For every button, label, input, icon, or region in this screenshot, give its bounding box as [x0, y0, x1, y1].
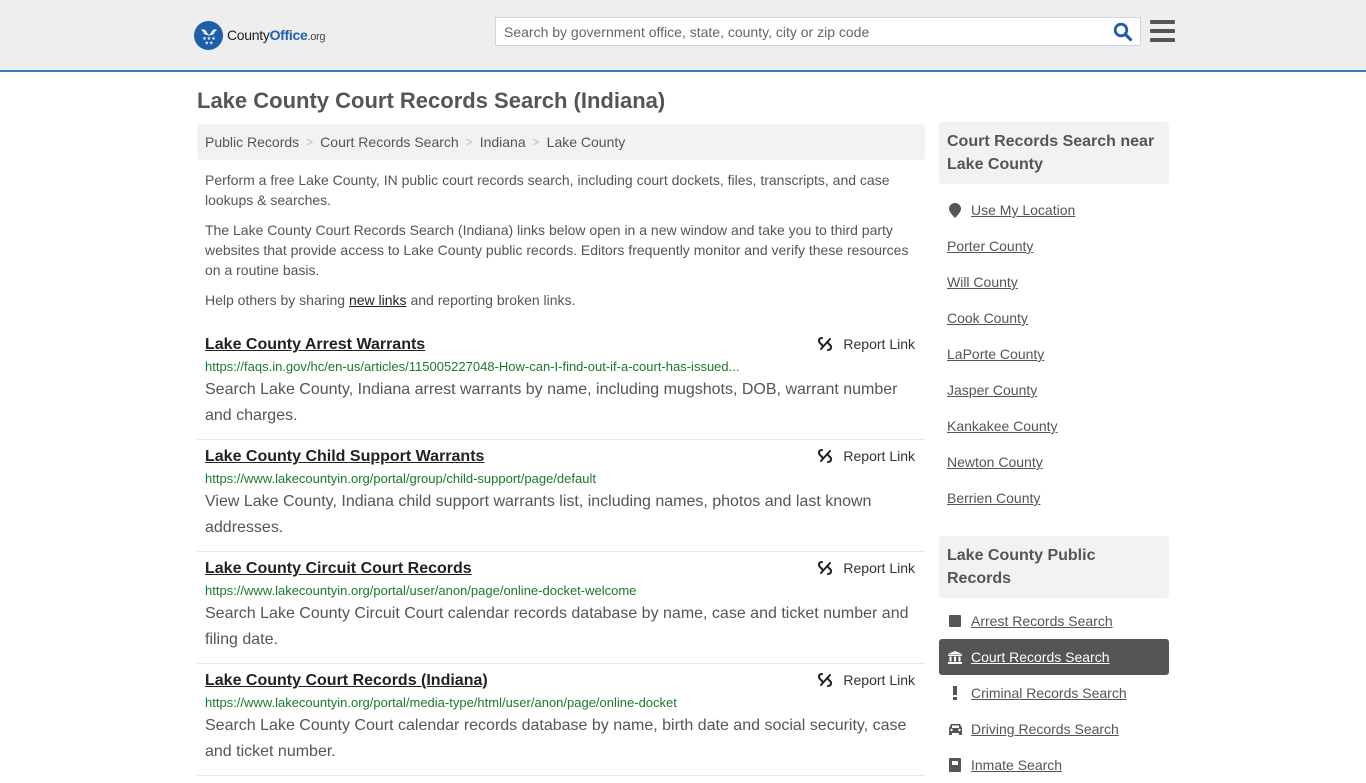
- result-item: Lake County Arrest Warrants Report Link …: [197, 328, 925, 440]
- results-list: Lake County Arrest Warrants Report Link …: [197, 328, 925, 776]
- broken-link-icon: [818, 673, 833, 687]
- report-link-button[interactable]: Report Link: [817, 672, 915, 688]
- nearby-county-link[interactable]: Newton County: [947, 454, 1043, 470]
- inmate-icon: [947, 758, 963, 772]
- broken-link-icon: [818, 561, 833, 575]
- nearby-county-item: Newton County: [939, 444, 1169, 480]
- breadcrumb-public-records[interactable]: Public Records: [205, 134, 299, 150]
- report-link-button[interactable]: Report Link: [817, 448, 915, 464]
- result-url: https://www.lakecountyin.org/portal/grou…: [205, 471, 596, 486]
- sidebar-item-arrest-records[interactable]: Arrest Records Search: [939, 603, 1169, 639]
- logo-wordmark: CountyOffice.org: [227, 27, 326, 43]
- nearby-county-link[interactable]: Kankakee County: [947, 418, 1058, 434]
- page-title: Lake County Court Records Search (Indian…: [197, 88, 666, 113]
- use-my-location-item: Use My Location: [939, 192, 1169, 228]
- map-pin-icon: [947, 202, 963, 218]
- nearby-sidebar: Court Records Search near Lake County Us…: [939, 122, 1169, 516]
- report-link-button[interactable]: Report Link: [817, 560, 915, 576]
- result-description: Search Lake County, Indiana arrest warra…: [205, 381, 898, 424]
- sidebar-item-driving-records[interactable]: Driving Records Search: [939, 711, 1169, 747]
- court-records-link[interactable]: Court Records Search: [971, 649, 1110, 665]
- public-records-sidebar: Lake County Public Records Arrest Record…: [939, 536, 1169, 783]
- public-records-heading: Lake County Public Records: [939, 536, 1169, 598]
- result-url: https://www.lakecountyin.org/portal/medi…: [205, 695, 677, 710]
- search-button[interactable]: [1106, 18, 1140, 45]
- site-search: [495, 17, 1141, 46]
- result-url: https://www.lakecountyin.org/portal/user…: [205, 583, 637, 598]
- nearby-county-item: LaPorte County: [939, 336, 1169, 372]
- result-title-link[interactable]: Lake County Arrest Warrants: [205, 334, 425, 356]
- share-links-paragraph: Help others by sharing new links and rep…: [205, 292, 576, 308]
- arrest-records-link[interactable]: Arrest Records Search: [971, 613, 1113, 629]
- main-content: Public Records > Court Records Search > …: [197, 124, 925, 776]
- breadcrumb: Public Records > Court Records Search > …: [197, 124, 925, 160]
- square-icon: [947, 615, 963, 627]
- breadcrumb-separator: >: [465, 135, 473, 149]
- svg-text:★★: ★★: [204, 41, 213, 47]
- result-title-link[interactable]: Lake County Court Records (Indiana): [205, 670, 488, 692]
- nearby-county-item: Cook County: [939, 300, 1169, 336]
- sidebar-item-court-records[interactable]: Court Records Search: [939, 639, 1169, 675]
- nearby-county-item: Will County: [939, 264, 1169, 300]
- driving-records-link[interactable]: Driving Records Search: [971, 721, 1119, 737]
- site-logo[interactable]: ★★★ ★★ CountyOffice.org: [194, 20, 326, 50]
- result-item: Lake County Court Records (Indiana) Repo…: [197, 664, 925, 776]
- breadcrumb-separator: >: [306, 135, 314, 149]
- eagle-logo-icon: ★★★ ★★: [194, 20, 223, 50]
- breadcrumb-lake-county[interactable]: Lake County: [547, 134, 626, 150]
- result-description: Search Lake County Circuit Court calenda…: [205, 605, 909, 648]
- nearby-county-item: Kankakee County: [939, 408, 1169, 444]
- breadcrumb-separator: >: [532, 135, 540, 149]
- result-item: Lake County Child Support Warrants Repor…: [197, 440, 925, 552]
- nearby-county-link[interactable]: Will County: [947, 274, 1018, 290]
- nearby-county-link[interactable]: Jasper County: [947, 382, 1037, 398]
- intro-text: Perform a free Lake County, IN public co…: [197, 170, 925, 310]
- public-records-list: Arrest Records Search Court Records Sear…: [939, 603, 1169, 783]
- nearby-county-item: Porter County: [939, 228, 1169, 264]
- top-header: ★★★ ★★ CountyOffice.org: [0, 0, 1366, 72]
- result-item: Lake County Circuit Court Records Report…: [197, 552, 925, 664]
- menu-bar: [1150, 38, 1175, 42]
- car-icon: [947, 723, 963, 735]
- exclamation-icon: [947, 686, 963, 700]
- broken-link-icon: [818, 449, 833, 463]
- nearby-heading: Court Records Search near Lake County: [939, 122, 1169, 184]
- use-my-location-link[interactable]: Use My Location: [971, 202, 1075, 218]
- courthouse-icon: [947, 650, 963, 664]
- broken-link-icon: [818, 337, 833, 351]
- result-title-link[interactable]: Lake County Circuit Court Records: [205, 558, 472, 580]
- nearby-county-link[interactable]: Porter County: [947, 238, 1033, 254]
- result-description: Search Lake County Court calendar record…: [205, 717, 907, 760]
- intro-paragraph: Perform a free Lake County, IN public co…: [205, 172, 890, 208]
- nearby-list: Use My Location Porter County Will Count…: [939, 192, 1169, 516]
- result-description: View Lake County, Indiana child support …: [205, 493, 872, 536]
- inmate-search-link[interactable]: Inmate Search: [971, 757, 1062, 773]
- search-icon: [1113, 22, 1133, 41]
- new-links-link[interactable]: new links: [349, 292, 407, 308]
- nearby-county-item: Jasper County: [939, 372, 1169, 408]
- breadcrumb-indiana[interactable]: Indiana: [480, 134, 526, 150]
- sidebar-item-inmate-search[interactable]: Inmate Search: [939, 747, 1169, 783]
- result-title-link[interactable]: Lake County Child Support Warrants: [205, 446, 484, 468]
- search-input[interactable]: [496, 18, 1106, 45]
- sidebar-item-criminal-records[interactable]: Criminal Records Search: [939, 675, 1169, 711]
- nearby-county-item: Berrien County: [939, 480, 1169, 516]
- nearby-county-link[interactable]: LaPorte County: [947, 346, 1044, 362]
- nearby-county-link[interactable]: Cook County: [947, 310, 1028, 326]
- criminal-records-link[interactable]: Criminal Records Search: [971, 685, 1127, 701]
- nearby-county-link[interactable]: Berrien County: [947, 490, 1040, 506]
- result-url: https://faqs.in.gov/hc/en-us/articles/11…: [205, 359, 740, 374]
- menu-bar: [1150, 29, 1175, 33]
- breadcrumb-court-records-search[interactable]: Court Records Search: [320, 134, 459, 150]
- menu-bar: [1150, 20, 1175, 24]
- hamburger-menu-button[interactable]: [1150, 20, 1175, 42]
- intro-paragraph: The Lake County Court Records Search (In…: [205, 222, 909, 278]
- report-link-button[interactable]: Report Link: [817, 336, 915, 352]
